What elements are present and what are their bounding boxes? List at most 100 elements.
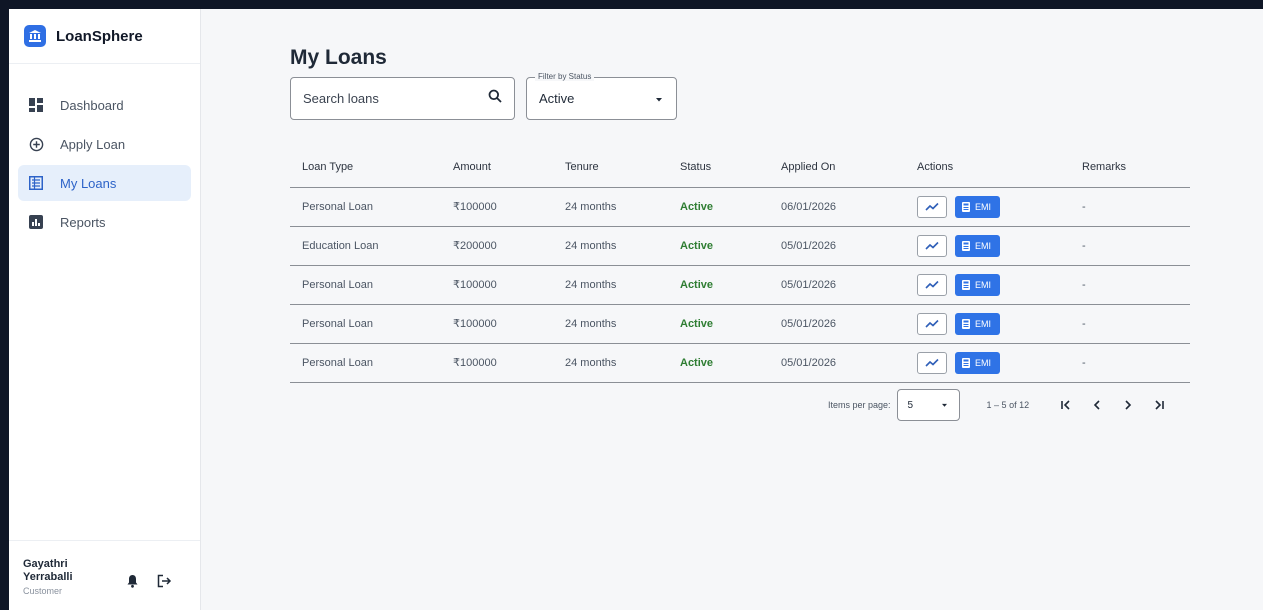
loan-type-cell: Personal Loan <box>290 343 441 383</box>
items-per-page-value: 5 <box>907 399 914 411</box>
app-window: LoanSphere Dashboard Apply Loan My Loans <box>9 9 1263 610</box>
amount-cell: ₹100000 <box>441 304 553 344</box>
emi-button[interactable]: EMI <box>955 351 1001 374</box>
column-header-tenure: Tenure <box>553 147 668 188</box>
bank-icon <box>24 25 46 47</box>
dashboard-icon <box>28 97 44 113</box>
user-info: Gayathri Yerraballi Customer <box>23 558 111 596</box>
loan-type-cell: Personal Loan <box>290 187 441 227</box>
page-range: 1 – 5 of 12 <box>986 400 1030 410</box>
calculator-icon <box>962 201 970 212</box>
actions-cell: EMI <box>905 265 1070 305</box>
tenure-cell: 24 months <box>553 265 668 305</box>
loans-table: Loan Type Amount Tenure Status Applied O… <box>290 147 1190 383</box>
emi-button[interactable]: EMI <box>955 234 1001 257</box>
search-input[interactable] <box>303 91 488 106</box>
main-content: My Loans Filter by Status Active Loan Ty… <box>201 9 1263 610</box>
emi-button[interactable]: EMI <box>955 312 1001 335</box>
remarks-cell: - <box>1070 187 1190 227</box>
status-cell: Active <box>668 304 769 344</box>
column-header-applied-on: Applied On <box>769 147 905 188</box>
table-row: Personal Loan ₹100000 24 months Active 0… <box>290 265 1190 305</box>
sidebar: LoanSphere Dashboard Apply Loan My Loans <box>9 9 201 610</box>
actions-cell: EMI <box>905 226 1070 266</box>
view-trend-button[interactable] <box>917 234 947 257</box>
actions-cell: EMI <box>905 304 1070 344</box>
column-header-remarks: Remarks <box>1070 147 1190 188</box>
remarks-cell: - <box>1070 226 1190 266</box>
items-per-page-select[interactable]: 5 <box>896 389 960 421</box>
emi-button-label: EMI <box>975 201 992 212</box>
table-body: Personal Loan ₹100000 24 months Active 0… <box>290 187 1190 383</box>
trend-icon <box>925 358 939 367</box>
items-per-page-label: Items per page: <box>828 400 891 410</box>
remarks-cell: - <box>1070 343 1190 383</box>
applied-on-cell: 05/01/2026 <box>769 265 905 305</box>
table-row: Personal Loan ₹100000 24 months Active 0… <box>290 304 1190 344</box>
remarks-cell: - <box>1070 304 1190 344</box>
sidebar-item-dashboard[interactable]: Dashboard <box>18 87 191 123</box>
amount-cell: ₹100000 <box>441 187 553 227</box>
search-box <box>290 77 515 120</box>
table-header-row: Loan Type Amount Tenure Status Applied O… <box>290 147 1190 188</box>
next-page-icon[interactable] <box>1120 397 1136 413</box>
emi-button-label: EMI <box>975 279 992 290</box>
paginator: Items per page: 5 1 – 5 of 12 <box>828 389 1167 421</box>
search-icon[interactable] <box>488 89 502 108</box>
calculator-icon <box>962 357 970 368</box>
actions-cell: EMI <box>905 187 1070 227</box>
status-cell: Active <box>668 343 769 383</box>
bell-icon[interactable] <box>126 574 139 588</box>
previous-page-icon[interactable] <box>1089 397 1105 413</box>
emi-button[interactable]: EMI <box>955 195 1001 218</box>
column-header-status: Status <box>668 147 769 188</box>
emi-button-label: EMI <box>975 318 992 329</box>
brand-name: LoanSphere <box>56 27 143 45</box>
emi-button-label: EMI <box>975 240 992 251</box>
user-name: Gayathri Yerraballi <box>23 558 73 583</box>
sidebar-item-label: Dashboard <box>60 97 124 113</box>
first-page-icon[interactable] <box>1058 397 1074 413</box>
user-role: Customer <box>23 586 63 596</box>
brand: LoanSphere <box>9 9 200 64</box>
calculator-icon <box>962 240 970 251</box>
remarks-cell: - <box>1070 265 1190 305</box>
tenure-cell: 24 months <box>553 304 668 344</box>
loan-type-cell: Education Loan <box>290 226 441 266</box>
trend-icon <box>925 280 939 289</box>
table-row: Personal Loan ₹100000 24 months Active 0… <box>290 187 1190 227</box>
view-trend-button[interactable] <box>917 312 947 335</box>
loan-type-cell: Personal Loan <box>290 265 441 305</box>
trend-icon <box>925 241 939 250</box>
sidebar-item-label: My Loans <box>60 175 117 191</box>
view-trend-button[interactable] <box>917 273 947 296</box>
emi-button[interactable]: EMI <box>955 273 1001 296</box>
sidebar-item-reports[interactable]: Reports <box>18 204 191 240</box>
column-header-amount: Amount <box>441 147 553 188</box>
trend-icon <box>925 202 939 211</box>
page-title: My Loans <box>290 46 387 69</box>
actions-cell: EMI <box>905 343 1070 383</box>
chevron-down-icon <box>940 400 949 410</box>
view-trend-button[interactable] <box>917 351 947 374</box>
status-filter-select[interactable]: Filter by Status Active <box>526 72 677 120</box>
list-icon <box>28 175 44 191</box>
loan-type-cell: Personal Loan <box>290 304 441 344</box>
applied-on-cell: 05/01/2026 <box>769 226 905 266</box>
tenure-cell: 24 months <box>553 343 668 383</box>
amount-cell: ₹200000 <box>441 226 553 266</box>
tenure-cell: 24 months <box>553 226 668 266</box>
table-row: Education Loan ₹200000 24 months Active … <box>290 226 1190 266</box>
user-panel: Gayathri Yerraballi Customer <box>9 540 200 610</box>
sidebar-item-my-loans[interactable]: My Loans <box>18 165 191 201</box>
sidebar-item-label: Apply Loan <box>60 136 126 152</box>
last-page-icon[interactable] <box>1151 397 1167 413</box>
status-cell: Active <box>668 226 769 266</box>
logout-icon[interactable] <box>157 574 172 588</box>
view-trend-button[interactable] <box>917 195 947 218</box>
chevron-down-icon <box>654 90 664 108</box>
sidebar-item-label: Reports <box>60 214 106 230</box>
sidebar-nav: Dashboard Apply Loan My Loans Reports <box>9 64 200 243</box>
amount-cell: ₹100000 <box>441 343 553 383</box>
sidebar-item-apply-loan[interactable]: Apply Loan <box>18 126 191 162</box>
